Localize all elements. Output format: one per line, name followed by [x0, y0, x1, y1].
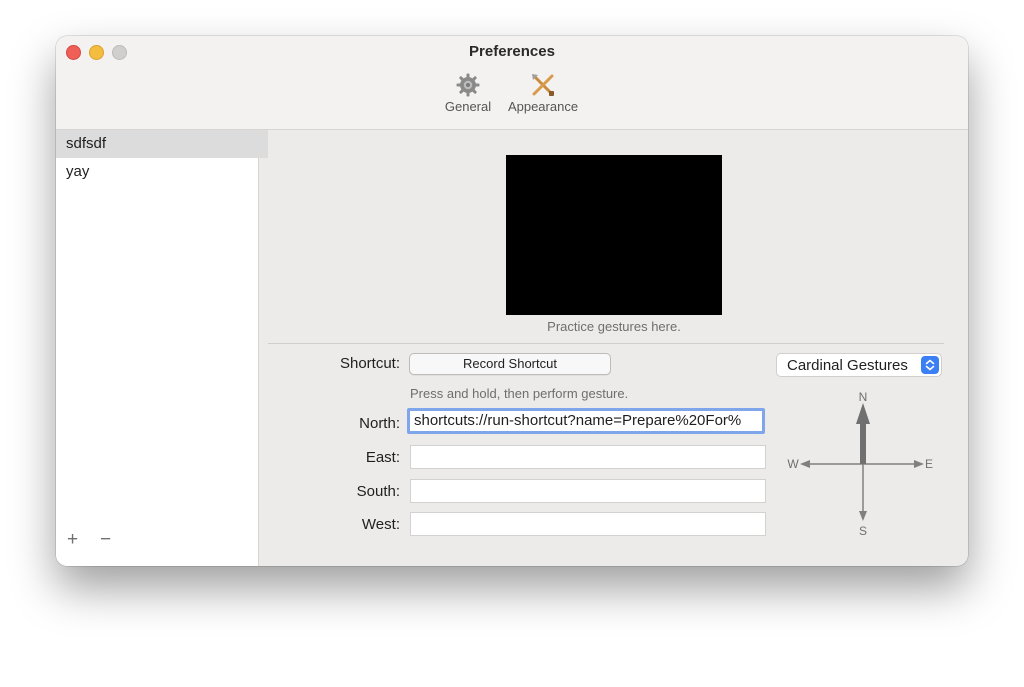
gesture-mode-popup[interactable]: Cardinal Gestures — [776, 353, 942, 377]
divider — [268, 343, 944, 344]
gesture-mode-value: Cardinal Gestures — [787, 357, 908, 374]
east-arrow-icon — [914, 460, 924, 468]
west-label: West: — [361, 516, 400, 533]
compass-s-label: S — [859, 524, 867, 538]
east-field[interactable] — [410, 445, 766, 469]
gesture-practice-area[interactable] — [506, 155, 722, 315]
toolbar-general-label: General — [444, 99, 492, 114]
north-label: North: — [359, 415, 400, 432]
add-item-button[interactable]: + — [67, 530, 78, 550]
record-shortcut-button[interactable]: Record Shortcut — [409, 353, 611, 375]
east-label: East: — [365, 449, 400, 466]
north-field[interactable]: shortcuts://run-shortcut?name=Prepare%20… — [407, 408, 765, 434]
sidebar: sdfsdf yay + − — [56, 130, 268, 566]
chevron-updown-icon — [921, 356, 939, 374]
toolbar-appearance-label: Appearance — [507, 99, 579, 114]
toolbar-appearance[interactable]: Appearance — [503, 72, 583, 114]
sidebar-item-yay[interactable]: yay — [56, 158, 268, 186]
window-title: Preferences — [469, 43, 555, 60]
toolbar-general[interactable]: General — [440, 72, 496, 114]
south-arrow-icon — [859, 511, 867, 521]
west-field[interactable] — [410, 512, 766, 536]
compass-w-label: W — [787, 457, 799, 471]
compass-diagram: N S W E — [787, 390, 933, 538]
north-arrow-icon — [856, 403, 870, 424]
west-arrow-icon — [800, 460, 810, 468]
sidebar-item-sdfsdf[interactable]: sdfsdf — [56, 130, 268, 158]
south-field[interactable] — [410, 479, 766, 503]
south-label: South: — [356, 483, 400, 500]
compass-e-label: E — [925, 457, 933, 471]
remove-item-button[interactable]: − — [100, 530, 111, 550]
shortcut-label: Shortcut: — [339, 355, 400, 372]
crossed-tools-icon — [532, 74, 554, 96]
compass-n-label: N — [859, 390, 868, 404]
gear-icon — [456, 73, 480, 97]
preferences-window: Preferences General Appearance sdfsdf ya… — [56, 36, 968, 566]
titlebar: Preferences General Appearance — [56, 36, 968, 130]
practice-caption: Practice gestures here. — [547, 319, 681, 334]
shortcut-hint: Press and hold, then perform gesture. — [410, 386, 629, 401]
